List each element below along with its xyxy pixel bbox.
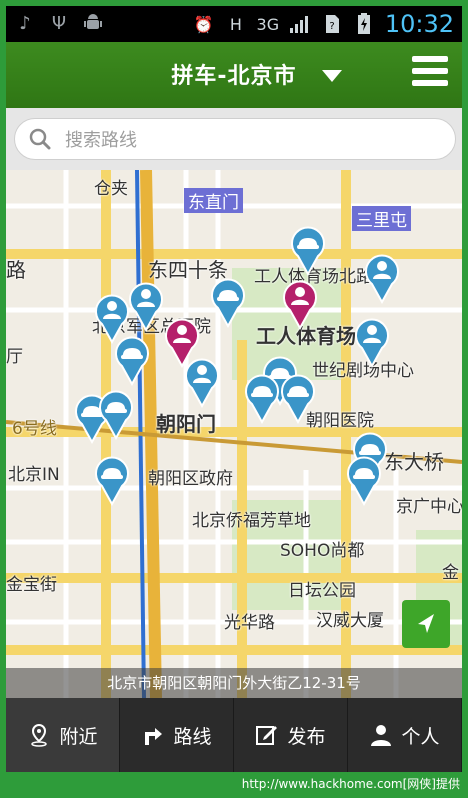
search-box[interactable] [14, 118, 456, 160]
clock: 10:32 [384, 10, 454, 38]
map-label: 北京侨福芳草地 [192, 511, 311, 531]
battery-icon [353, 13, 375, 35]
tab-route[interactable]: 路线 [120, 698, 234, 772]
network-type-icon: 3G [256, 14, 280, 34]
map-label: 厅 [6, 347, 23, 367]
passenger-marker[interactable] [182, 356, 222, 408]
tab-nearby[interactable]: 附近 [6, 698, 120, 772]
map-label: 汉威大厦 [316, 611, 384, 631]
map-label: 北京IN [8, 465, 60, 485]
car-marker[interactable] [96, 388, 136, 440]
sim-icon: ? [321, 13, 343, 35]
tab-label: 个人 [401, 725, 440, 748]
tab-label: 路线 [173, 725, 212, 748]
locate-button[interactable] [402, 600, 450, 648]
car-marker[interactable] [242, 372, 282, 424]
menu-bar [412, 80, 448, 86]
alarm-icon: ⏰ [193, 14, 214, 34]
map-label: 京广中心 [396, 497, 462, 517]
city-dropdown-icon[interactable] [322, 70, 342, 82]
status-left-icons: ♪ Ψ [14, 12, 104, 34]
map-label: 仓夹 [94, 179, 128, 199]
bottom-tab-bar: 附近 路线 发布 个人 [6, 698, 462, 772]
map-label: SOHO尚都 [280, 541, 365, 561]
car-marker[interactable] [344, 454, 384, 506]
music-note-icon: ♪ [19, 12, 31, 34]
menu-bar [412, 56, 448, 62]
data-type-icon: H [229, 14, 242, 34]
car-marker[interactable] [208, 276, 248, 328]
menu-bar [412, 68, 448, 74]
map-label: 金宝街 [6, 575, 57, 595]
status-bar: ♪ Ψ ⏰ H 3G ? 10:32 [6, 6, 462, 42]
map-label: 路 [6, 258, 26, 282]
app-screen: ♪ Ψ ⏰ H 3G ? 10:32 拼车-北京市 搜索路线 仓夹 东直门 三里… [6, 6, 462, 772]
map-view[interactable]: 仓夹 东直门 三里屯 路 东四十条 工人体育场北路 北京军区总医院 工人体育场 … [6, 170, 462, 698]
passenger-marker[interactable] [126, 280, 166, 332]
map-label: 朝阳区政府 [148, 469, 233, 489]
signal-icon [289, 13, 311, 35]
car-marker[interactable] [288, 224, 328, 276]
route-turn-icon [145, 728, 163, 745]
status-right-icons: ⏰ H 3G ? 10:32 [193, 10, 454, 38]
car-marker[interactable] [112, 334, 152, 386]
passenger-marker[interactable] [280, 278, 320, 330]
page-title[interactable]: 拼车-北京市 [6, 58, 462, 90]
map-label: 日坛公园 [288, 581, 356, 601]
watermark: http://www.hackhome.com[网侠]提供 [241, 777, 460, 791]
map-label: 金 [442, 563, 459, 583]
tab-label: 附近 [59, 725, 98, 748]
map-label: 6号线 [12, 419, 57, 439]
person-icon [371, 725, 392, 746]
search-icon [29, 128, 51, 150]
current-address: 北京市朝阳区朝阳门外大街乙12-31号 [6, 668, 462, 698]
android-icon [82, 12, 104, 34]
map-label: 光华路 [224, 613, 275, 633]
map-label: 朝阳门 [156, 412, 216, 436]
usb-icon: Ψ [51, 12, 67, 34]
tab-publish[interactable]: 发布 [234, 698, 348, 772]
map-label: 三里屯 [352, 206, 411, 231]
map-label: 东大桥 [384, 450, 444, 474]
edit-icon [256, 726, 278, 745]
passenger-marker[interactable] [362, 252, 402, 304]
search-bar [6, 108, 462, 170]
tab-label: 发布 [287, 725, 326, 748]
search-input[interactable] [63, 126, 437, 154]
map-label: 东直门 [184, 188, 243, 213]
location-pin-icon [31, 723, 48, 747]
car-marker[interactable] [92, 454, 132, 506]
svg-text:?: ? [329, 21, 334, 32]
navigation-arrow-icon [418, 614, 434, 633]
menu-button[interactable] [412, 56, 448, 92]
passenger-marker[interactable] [352, 316, 392, 368]
tab-personal[interactable]: 个人 [348, 698, 462, 772]
car-marker[interactable] [278, 372, 318, 424]
app-header: 拼车-北京市 [6, 42, 462, 108]
